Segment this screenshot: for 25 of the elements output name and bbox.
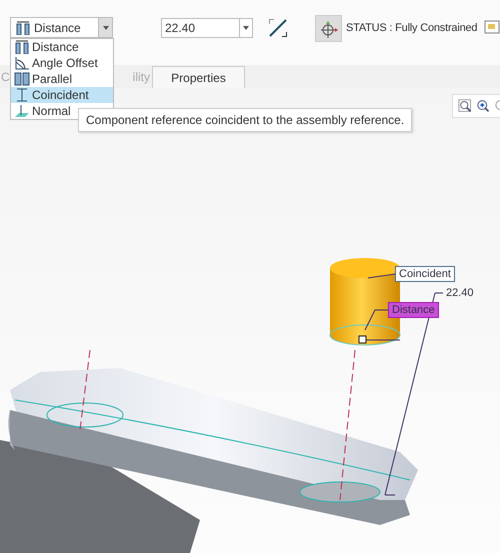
offset-field[interactable]: 22.40 — [161, 18, 239, 38]
menu-item[interactable]: Angle Offset — [11, 55, 113, 71]
dimension-label: 22.40 — [445, 286, 475, 300]
angle-icon — [14, 56, 30, 70]
flip-icon[interactable] — [268, 18, 288, 38]
dropdown-button[interactable] — [239, 18, 253, 38]
normal-icon — [14, 104, 30, 118]
status-text: STATUS : Fully Constrained — [346, 22, 478, 34]
zoom-in-icon[interactable] — [476, 98, 491, 114]
crosshair-icon — [318, 18, 338, 38]
constraint-type-dropdown[interactable]: Distance — [10, 17, 113, 38]
constraint-label: Coincident — [395, 266, 455, 282]
parallel-icon — [14, 72, 30, 86]
menu-item[interactable]: Coincident — [11, 87, 113, 103]
zoom-fit-icon[interactable] — [458, 98, 472, 114]
placement-button[interactable] — [315, 15, 342, 42]
tab[interactable]: Properties — [152, 66, 245, 88]
coincident-icon — [14, 88, 30, 102]
distance-icon — [14, 40, 30, 54]
menu-item[interactable]: Parallel — [11, 71, 113, 87]
message-icon[interactable] — [484, 20, 500, 35]
menu-item[interactable]: Distance — [11, 39, 113, 55]
constraint-label: Distance — [388, 302, 439, 318]
tooltip: Component reference coincident to the assembly reference. — [78, 108, 412, 132]
distance-icon — [15, 20, 31, 34]
